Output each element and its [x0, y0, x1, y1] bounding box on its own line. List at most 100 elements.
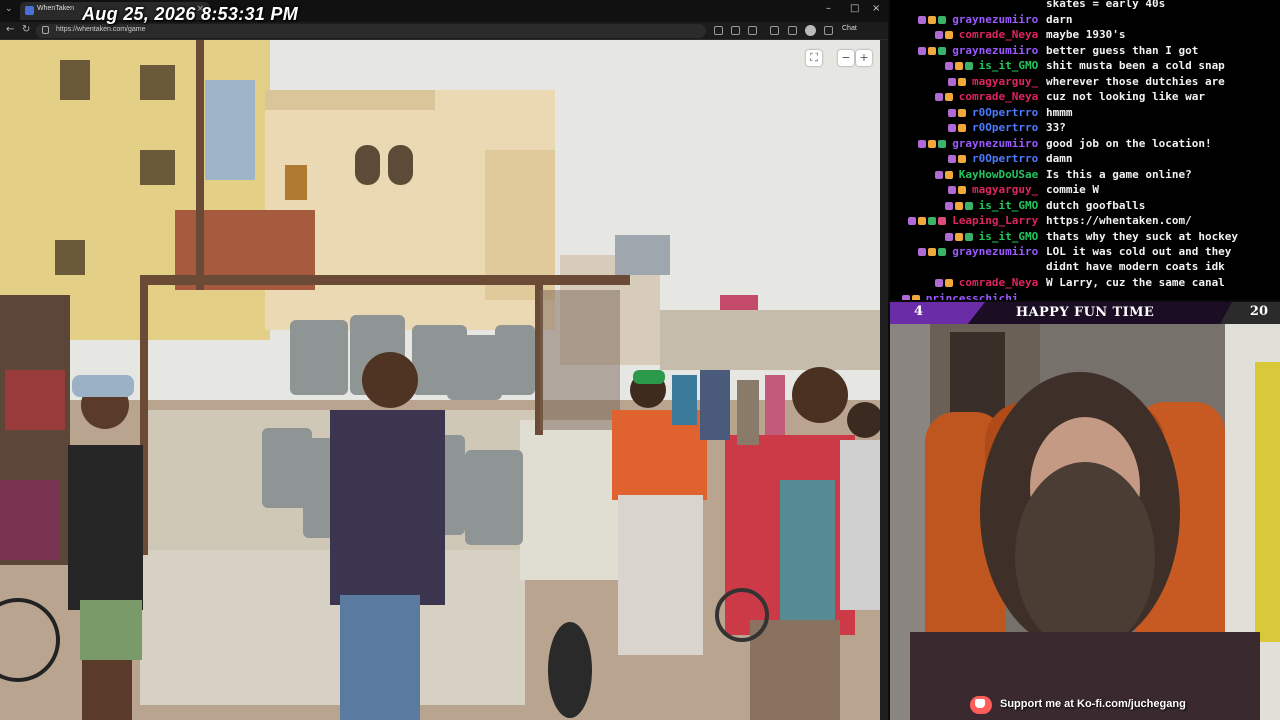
badge-icon	[918, 139, 927, 148]
chat-text: damn	[1046, 152, 1073, 165]
chat-username[interactable]: comrade_Neya	[959, 276, 1038, 289]
url-text: https://whentaken.com/game	[56, 26, 146, 33]
user-badges	[944, 200, 975, 210]
download-icon[interactable]	[788, 26, 797, 35]
chat-message: Leaping_Larry https://whentaken.com/	[890, 213, 1280, 229]
user-badges	[918, 246, 948, 256]
kofi-text: Support me at Ko-fi.com/juchegang	[1000, 698, 1186, 710]
chat-username[interactable]: is_it_GMO	[979, 199, 1039, 212]
chat-username[interactable]: r0Opertrro	[972, 121, 1038, 134]
chat-text: maybe 1930's	[1046, 28, 1126, 41]
collections-icon[interactable]	[770, 26, 779, 35]
chat-message: magyarguy_ commie W	[890, 182, 1280, 198]
chat-message: r0Opertrro hmmm	[890, 105, 1280, 121]
user-badges	[944, 231, 975, 241]
minimize-icon[interactable]: –	[826, 3, 831, 14]
user-badges	[918, 138, 948, 148]
chat-message: r0Opertrro 33?	[890, 120, 1280, 136]
badge-icon	[944, 232, 953, 241]
favicon-icon	[25, 6, 34, 15]
chat-message: graynezumiiro better guess than I got	[890, 43, 1280, 59]
chat-text: darn	[1046, 12, 1073, 26]
chat-username[interactable]: comrade_Neya	[959, 90, 1038, 103]
chat-username[interactable]: graynezumiiro	[952, 137, 1038, 150]
maximize-icon[interactable]: □	[850, 3, 859, 14]
badge-icon	[938, 46, 947, 55]
lock-icon	[42, 26, 49, 34]
street-scene-image	[0, 40, 880, 720]
chat-text: shit musta been a cold snap	[1046, 59, 1225, 72]
chat-message: skates = early 40s	[890, 0, 1280, 12]
badge-icon	[934, 31, 943, 39]
close-icon[interactable]: ×	[872, 3, 880, 14]
chat-message: r0Opertrro damn	[890, 151, 1280, 167]
extension-icon[interactable]	[748, 26, 757, 35]
badge-icon	[908, 217, 917, 225]
badge-icon	[928, 248, 937, 256]
chat-username[interactable]: comrade_Neya	[959, 28, 1038, 41]
badge-icon	[948, 77, 956, 86]
badge-icon	[954, 232, 963, 241]
badge-icon	[934, 170, 943, 179]
reader-icon[interactable]	[714, 26, 723, 35]
user-badges	[948, 122, 968, 132]
chat-username[interactable]: r0Opertrro	[972, 152, 1038, 165]
chat-username[interactable]: Leaping_Larry	[952, 214, 1038, 227]
badge-icon	[944, 170, 953, 179]
chat-text: dutch goofballs	[1046, 198, 1146, 212]
zoom-in-icon[interactable]: +	[856, 50, 872, 66]
badge-icon	[948, 124, 956, 132]
chat-username[interactable]: is_it_GMO	[979, 59, 1039, 72]
chat-username[interactable]: magyarguy_	[972, 75, 1038, 88]
badge-icon	[918, 15, 927, 24]
kofi-cup-icon	[970, 696, 992, 714]
back-arrow-icon[interactable]: ←	[6, 24, 14, 35]
badge-icon	[958, 186, 966, 194]
url-field[interactable]: https://whentaken.com/game	[36, 24, 706, 38]
right-count-value: 20	[1249, 304, 1268, 319]
webcam-panel: 4 HAPPY FUN TIME 20 Support me at Ko-fi.…	[890, 302, 1280, 720]
badge-icon	[911, 294, 920, 300]
game-photo[interactable]: ⛶ − +	[0, 40, 880, 720]
badge-icon	[958, 124, 966, 132]
chat-message: is_it_GMO shit musta been a cold snap	[890, 58, 1280, 74]
stream-title-bar: 4 HAPPY FUN TIME 20	[890, 302, 1280, 324]
chat-message: is_it_GMO dutch goofballs	[890, 198, 1280, 214]
chat-message: magyarguy_ wherever those dutchies are	[890, 74, 1280, 90]
badge-icon	[918, 46, 927, 55]
user-badges	[901, 293, 922, 300]
refresh-icon[interactable]: ↻	[22, 24, 30, 35]
badge-icon	[944, 279, 953, 287]
profile-avatar-icon[interactable]	[805, 25, 816, 36]
chat-username[interactable]: KayHowDoUSae	[959, 168, 1038, 181]
user-badges	[948, 76, 968, 86]
chat-username[interactable]: graynezumiiro	[952, 44, 1038, 57]
badge-icon	[928, 217, 937, 225]
tab-list-icon[interactable]: ⌄	[5, 4, 13, 14]
chat-message: princesschichi...	[890, 291, 1280, 301]
chat-username[interactable]: princesschichi...	[926, 292, 1039, 301]
chat-text: 33?	[1046, 121, 1066, 134]
chat-username[interactable]: magyarguy_	[972, 183, 1038, 196]
chat-message: KayHowDoUSae Is this a game online?	[890, 167, 1280, 183]
badge-icon	[964, 201, 973, 210]
chat-text: commie W	[1046, 183, 1099, 196]
menu-icon[interactable]	[824, 26, 833, 35]
chat-text: skates = early 40s	[1046, 0, 1166, 10]
chat-username[interactable]: r0Opertrro	[972, 106, 1038, 119]
badge-icon	[918, 217, 927, 225]
chat-text: LOL it was cold out and they	[1046, 245, 1232, 258]
chat-username[interactable]: graynezumiiro	[952, 245, 1038, 258]
chat-username[interactable]: graynezumiiro	[952, 13, 1038, 26]
zoom-out-icon[interactable]: −	[838, 50, 854, 66]
badge-icon	[948, 155, 956, 163]
badge-icon	[938, 217, 947, 225]
chat-message: graynezumiiro darn	[890, 12, 1280, 28]
badge-icon	[948, 108, 956, 117]
chat-username[interactable]: is_it_GMO	[979, 230, 1039, 243]
star-icon[interactable]	[731, 26, 740, 35]
user-badges	[948, 107, 968, 117]
chat-button[interactable]: Chat	[842, 25, 857, 32]
badge-icon	[934, 279, 943, 287]
fullscreen-icon[interactable]: ⛶	[806, 50, 822, 66]
